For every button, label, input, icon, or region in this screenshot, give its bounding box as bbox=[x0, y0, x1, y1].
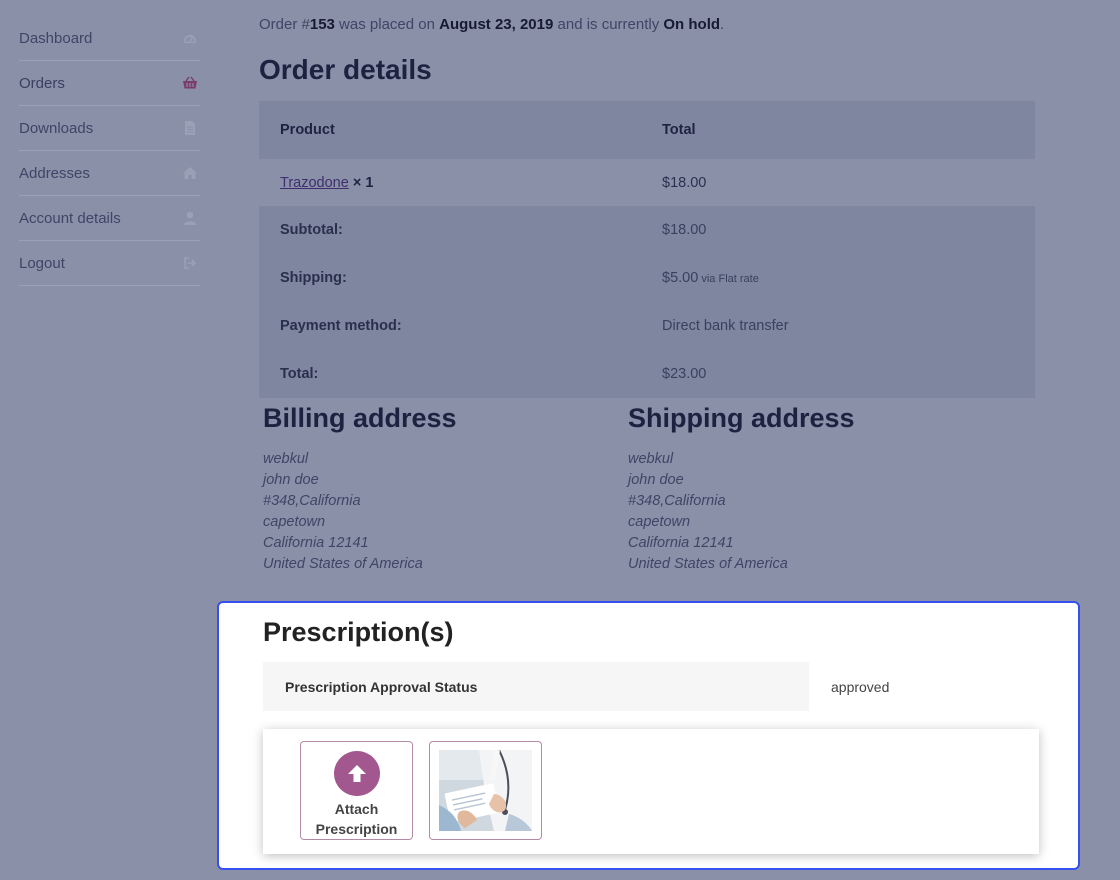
address-line: webkul bbox=[628, 451, 674, 467]
shipping-value: $5.00 bbox=[662, 270, 699, 286]
payment-method-label: Payment method: bbox=[280, 318, 402, 334]
nav-item-orders[interactable]: Orders bbox=[19, 61, 200, 106]
sign-out-icon bbox=[182, 255, 198, 271]
attach-label-line: Attach bbox=[334, 801, 379, 817]
dashboard-icon bbox=[182, 30, 198, 46]
address-line: webkul bbox=[263, 451, 309, 467]
table-row: Subtotal: $18.00 bbox=[259, 206, 1035, 254]
prescription-panel: Prescription(s) Prescription Approval St… bbox=[217, 601, 1080, 870]
order-text: . bbox=[720, 16, 725, 33]
nav-label: Addresses bbox=[19, 164, 90, 182]
nav-label: Logout bbox=[19, 254, 65, 272]
nav-label: Account details bbox=[19, 209, 121, 227]
product-cell: Trazodone × 1 bbox=[259, 175, 641, 191]
nav-item-dashboard[interactable]: Dashboard bbox=[19, 16, 200, 61]
nav-item-account-details[interactable]: Account details bbox=[19, 196, 200, 241]
billing-address-title: Billing address bbox=[263, 403, 457, 433]
product-link[interactable]: Trazodone bbox=[280, 175, 349, 191]
nav-label: Downloads bbox=[19, 119, 94, 137]
table-header-row: Product Total bbox=[259, 101, 1035, 159]
address-line: United States of America bbox=[263, 556, 423, 572]
subtotal-label: Subtotal: bbox=[280, 222, 343, 238]
table-row: Total: $23.00 bbox=[259, 350, 1035, 398]
prescription-uploads: Attach Prescription bbox=[263, 729, 1039, 854]
subtotal-value: $18.00 bbox=[662, 222, 707, 238]
nav-item-logout[interactable]: Logout bbox=[19, 241, 200, 286]
address-line: California 12141 bbox=[628, 535, 734, 551]
order-prefix: Order # bbox=[259, 16, 310, 33]
account-navigation: Dashboard Orders Downloads Addresses Acc… bbox=[19, 16, 200, 286]
order-status: On hold bbox=[663, 16, 721, 33]
doctor-writing-prescription-image bbox=[439, 750, 532, 831]
product-quantity: × 1 bbox=[348, 174, 374, 191]
table-row: Trazodone × 1 $18.00 bbox=[259, 159, 1035, 206]
order-number: 153 bbox=[309, 16, 335, 33]
attach-prescription-button[interactable]: Attach Prescription bbox=[300, 741, 413, 840]
prescription-title: Prescription(s) bbox=[263, 617, 454, 647]
shipping-address: webkul john doe #348,California capetown… bbox=[628, 449, 788, 575]
file-icon bbox=[182, 120, 198, 136]
address-line: capetown bbox=[263, 514, 326, 530]
basket-icon bbox=[182, 75, 198, 91]
nav-item-addresses[interactable]: Addresses bbox=[19, 151, 200, 196]
upload-arrow-icon bbox=[333, 751, 380, 796]
address-line: capetown bbox=[628, 514, 691, 530]
nav-label: Dashboard bbox=[19, 29, 93, 47]
prescription-image-thumbnail[interactable] bbox=[429, 741, 542, 840]
table-row: Payment method: Direct bank transfer bbox=[259, 302, 1035, 350]
column-header-total: Total bbox=[662, 122, 696, 138]
order-details-title: Order details bbox=[259, 54, 432, 85]
total-label: Total: bbox=[280, 366, 319, 382]
address-line: john doe bbox=[628, 472, 684, 488]
order-details-table: Product Total Trazodone × 1 $18.00 Subto… bbox=[259, 101, 1035, 398]
order-text: and is currently bbox=[553, 16, 664, 33]
shipping-label: Shipping: bbox=[280, 270, 347, 286]
column-header-product: Product bbox=[280, 122, 335, 138]
payment-method-value: Direct bank transfer bbox=[662, 318, 789, 334]
nav-item-downloads[interactable]: Downloads bbox=[19, 106, 200, 151]
home-icon bbox=[182, 165, 198, 181]
product-total: $18.00 bbox=[662, 174, 707, 191]
user-icon bbox=[182, 210, 198, 226]
address-line: California 12141 bbox=[263, 535, 369, 551]
prescription-status-label: Prescription Approval Status bbox=[263, 662, 809, 711]
order-date: August 23, 2019 bbox=[439, 16, 554, 33]
address-line: john doe bbox=[263, 472, 319, 488]
address-line: United States of America bbox=[628, 556, 788, 572]
shipping-address-title: Shipping address bbox=[628, 403, 855, 433]
billing-address: webkul john doe #348,California capetown… bbox=[263, 449, 423, 575]
address-line: #348,California bbox=[263, 493, 361, 509]
prescription-status-value: approved bbox=[831, 678, 890, 695]
address-line: #348,California bbox=[628, 493, 726, 509]
nav-label: Orders bbox=[19, 74, 65, 92]
order-summary-line: Order #153 was placed on August 23, 2019… bbox=[259, 16, 724, 33]
total-value: $23.00 bbox=[662, 366, 707, 382]
shipping-method: via Flat rate bbox=[698, 273, 759, 285]
prescription-status-row: Prescription Approval Status approved bbox=[263, 662, 1038, 711]
attach-prescription-label: Attach Prescription bbox=[316, 799, 398, 839]
shipping-cell: $5.00 via Flat rate bbox=[641, 270, 1035, 286]
order-text: was placed on bbox=[334, 16, 440, 33]
attach-label-line: Prescription bbox=[315, 821, 398, 837]
table-row: Shipping: $5.00 via Flat rate bbox=[259, 254, 1035, 302]
